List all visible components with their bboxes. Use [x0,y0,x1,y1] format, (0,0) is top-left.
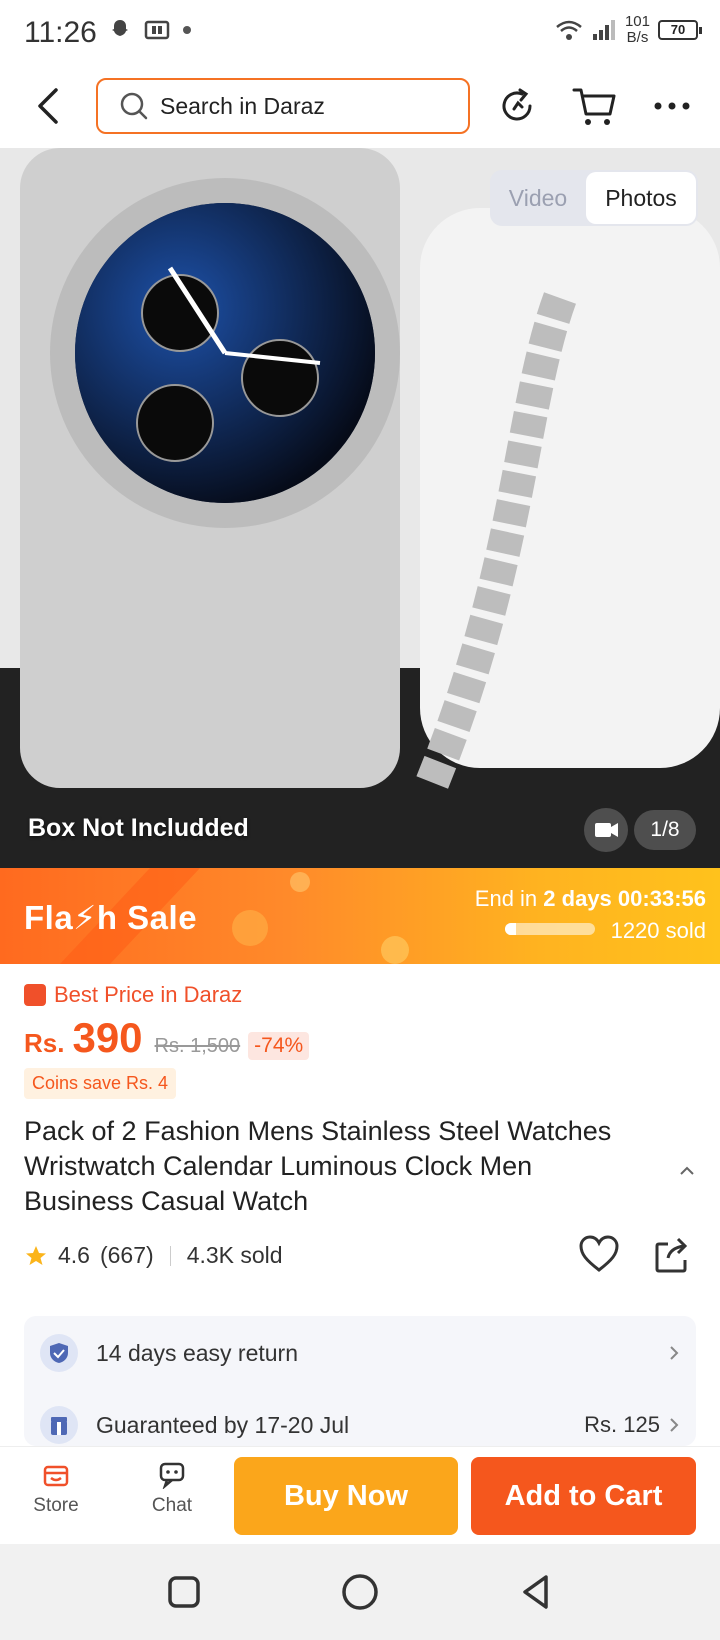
app-notification-icon [144,20,170,40]
product-image-gallery[interactable]: Video Photos Box Not Includded 1/8 [0,148,720,868]
service-return-label: 14 days easy return [96,1339,299,1366]
search-input[interactable]: Search in Daraz [96,78,470,134]
product-photo [0,148,720,868]
tab-photos[interactable]: Photos [586,172,696,224]
trend-down-icon [24,984,46,1006]
system-navigation-bar [0,1544,720,1640]
wifi-icon [556,20,582,40]
shield-check-icon [40,1334,78,1372]
flash-sale-progress [505,923,595,935]
sold-count: 4.3K sold [186,1242,283,1268]
rating-row[interactable]: 4.6 (667) 4.3K sold [24,1242,283,1269]
chevron-right-icon [670,1418,679,1432]
cart-icon[interactable] [572,84,616,128]
price-row: Rs. 390 Rs. 1,500 -74% [24,1014,310,1062]
price-currency: Rs. [24,1028,65,1058]
tab-video[interactable]: Video [490,185,586,212]
divider [169,1245,171,1266]
discount-badge: -74% [248,1032,310,1060]
bottom-action-bar: Store Chat Buy Now Add to Cart [0,1446,720,1544]
flash-sale-banner[interactable]: Fla⚡h Sale End in 2 days 00:33:56 1220 s… [0,868,720,964]
top-nav: Search in Daraz [0,66,720,148]
heart-icon[interactable] [578,1234,620,1274]
service-row-delivery[interactable]: Guaranteed by 17-20 Jul Rs. 125 [40,1400,680,1446]
battery-icon: 70 [658,20,702,40]
status-time: 11:26 [24,16,97,49]
history-icon[interactable] [496,84,540,128]
dot-indicator-icon [183,26,191,34]
flash-sale-progress-fill [505,923,516,935]
store-icon [43,1465,69,1487]
chevron-right-icon [670,1346,679,1360]
recent-apps-icon[interactable] [164,1572,204,1612]
signal-icon [592,20,615,40]
search-placeholder: Search in Daraz [160,92,325,119]
rating-value: 4.6 [58,1242,90,1268]
star-icon [26,1245,46,1265]
chevron-up-icon[interactable] [678,1162,696,1180]
flash-sale-sold: 1220 sold [610,918,706,943]
original-price: Rs. 1,500 [154,1035,241,1057]
chat-icon [159,1462,185,1489]
flash-sale-title: Fla⚡h Sale [24,899,198,936]
add-to-cart-button[interactable]: Add to Cart [471,1457,696,1535]
rating-count: (667) [99,1242,154,1268]
status-notification-icons [108,18,192,42]
network-speed: 101 B/s [624,13,650,46]
more-options-icon[interactable] [650,84,694,128]
chat-button[interactable]: Chat [132,1459,212,1517]
store-button[interactable]: Store [16,1459,96,1517]
gallery-page-counter: 1/8 [634,810,696,850]
image-overlay-note: Box Not Includded [28,814,249,842]
coins-badge: Coins save Rs. 4 [24,1068,177,1099]
media-toggle: Video Photos [490,170,698,226]
delivery-icon [40,1406,78,1444]
status-bar: 11:26 101 B/s 70 [0,0,720,66]
home-icon[interactable] [340,1572,380,1612]
buy-now-button[interactable]: Buy Now [234,1457,458,1535]
system-back-icon[interactable] [516,1572,556,1612]
delivery-fee: Rs. 125 [584,1412,660,1437]
status-system-icons: 101 B/s 70 [555,13,702,46]
service-delivery-label: Guaranteed by 17-20 Jul [96,1411,350,1438]
flash-sale-countdown: End in 2 days 00:33:56 [474,886,706,911]
search-icon [120,92,148,120]
best-price-badge[interactable]: Best Price in Daraz [24,982,242,1008]
service-row-return[interactable]: 14 days easy return [40,1328,680,1378]
share-icon[interactable] [654,1234,690,1274]
service-info-card: 14 days easy return Guaranteed by 17-20 … [24,1316,696,1446]
video-icon[interactable] [584,808,628,852]
back-arrow-icon[interactable] [30,82,70,130]
price-value: 390 [72,1014,143,1061]
snapchat-icon [112,20,128,36]
product-title: Pack of 2 Fashion Mens Stainless Steel W… [24,1116,612,1216]
